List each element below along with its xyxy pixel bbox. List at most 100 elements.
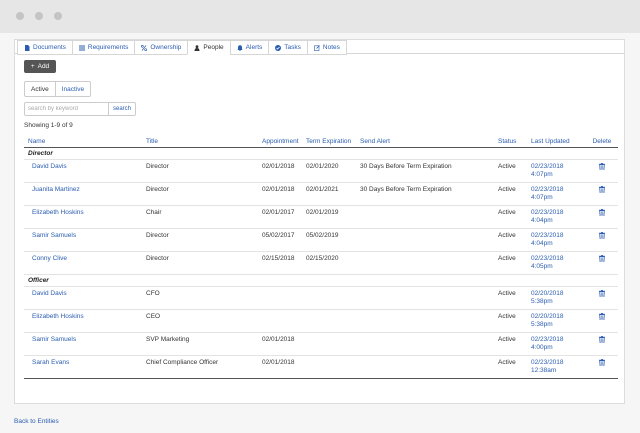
send-alert-value <box>356 229 497 252</box>
tab-notes[interactable]: Notes <box>306 40 347 55</box>
term-expiration-date: 02/01/2019 <box>306 209 339 216</box>
plus-icon: + <box>30 63 35 70</box>
table-row: David Davis CFO Active 02/20/2018 5:38pm <box>24 287 618 310</box>
header-last-updated[interactable]: Last Updated <box>527 135 586 148</box>
window-close-dot[interactable] <box>16 12 24 20</box>
add-button-label: Add <box>37 63 50 70</box>
group-label: Director <box>28 150 53 157</box>
last-updated-link[interactable]: 02/23/2018 12:38am <box>527 356 586 379</box>
last-updated-date: 02/23/2018 <box>531 186 564 193</box>
delete-button[interactable] <box>586 183 618 206</box>
delete-button[interactable] <box>586 229 618 252</box>
last-updated-link[interactable]: 02/23/2018 4:07pm <box>527 183 586 206</box>
tab-ownership[interactable]: Ownership <box>134 40 188 55</box>
people-table: Name Title Appointment Term Expiration S… <box>24 135 618 379</box>
percent-icon <box>141 44 148 51</box>
check-circle-icon <box>275 44 282 51</box>
entity-panel: Documents Requirements Ownership People Aler… <box>14 39 625 404</box>
status-value: Active <box>498 313 516 320</box>
person-name-link[interactable]: David Davis <box>24 287 142 310</box>
back-to-entities-link[interactable]: Back to Entities <box>14 418 59 425</box>
trash-icon <box>599 336 605 345</box>
person-name-link[interactable]: Juanita Martinez <box>24 183 142 206</box>
send-alert-value: 30 Days Before Term Expiration <box>360 163 452 170</box>
table-row: Samir Samuels Director 05/02/2017 05/02/201… <box>24 229 618 252</box>
send-alert-value <box>356 206 497 229</box>
filter-inactive-button[interactable]: Inactive <box>55 81 92 97</box>
tab-tasks[interactable]: Tasks <box>268 40 307 55</box>
appointment-date: 05/02/2017 <box>262 232 295 239</box>
last-updated-time: 4:05pm <box>531 263 553 270</box>
table-header-row: Name Title Appointment Term Expiration S… <box>24 135 618 148</box>
last-updated-link[interactable]: 02/23/2018 4:07pm <box>527 160 586 183</box>
appointment-date: 02/01/2018 <box>262 186 295 193</box>
last-updated-time: 4:07pm <box>531 194 553 201</box>
tab-people[interactable]: People <box>187 40 230 55</box>
person-name-link[interactable]: Elizabeth Hoskins <box>24 310 142 333</box>
list-icon <box>78 45 85 51</box>
term-expiration-date <box>305 356 356 379</box>
term-expiration-date: 05/02/2019 <box>306 232 339 239</box>
header-status[interactable]: Status <box>497 135 527 148</box>
last-updated-time: 5:38pm <box>531 321 553 328</box>
last-updated-link[interactable]: 02/20/2018 5:38pm <box>527 310 586 333</box>
tab-label: People <box>203 44 224 51</box>
send-alert-value <box>356 310 497 333</box>
last-updated-link[interactable]: 02/23/2018 4:04pm <box>527 229 586 252</box>
window-maximize-dot[interactable] <box>54 12 62 20</box>
last-updated-link[interactable]: 02/23/2018 4:00pm <box>527 333 586 356</box>
search-input[interactable] <box>24 102 109 116</box>
last-updated-link[interactable]: 02/23/2018 4:04pm <box>527 206 586 229</box>
delete-button[interactable] <box>586 333 618 356</box>
last-updated-date: 02/20/2018 <box>531 313 564 320</box>
send-alert-value <box>356 287 497 310</box>
last-updated-time: 4:04pm <box>531 217 553 224</box>
last-updated-link[interactable]: 02/23/2018 4:05pm <box>527 252 586 275</box>
table-row: Elizabeth Hoskins CEO Active 02/20/2018 5:38… <box>24 310 618 333</box>
delete-button[interactable] <box>586 252 618 275</box>
term-expiration-date: 02/01/2021 <box>306 186 339 193</box>
last-updated-date: 02/23/2018 <box>531 336 564 343</box>
trash-icon <box>599 209 605 218</box>
add-person-button[interactable]: + Add <box>24 60 56 73</box>
delete-button[interactable] <box>586 206 618 229</box>
send-alert-value <box>356 356 497 379</box>
person-name-link[interactable]: Samir Samuels <box>24 229 142 252</box>
header-name[interactable]: Name <box>24 135 142 148</box>
header-appointment[interactable]: Appointment <box>261 135 305 148</box>
header-send-alert[interactable]: Send Alert <box>356 135 497 148</box>
tab-label: Requirements <box>87 44 129 51</box>
person-name-link[interactable]: Conny Clive <box>24 252 142 275</box>
appointment-date <box>261 310 305 333</box>
person-title: SVP Marketing <box>146 336 190 343</box>
tab-documents[interactable]: Documents <box>17 40 72 55</box>
person-name-link[interactable]: Elizabeth Hoskins <box>24 206 142 229</box>
last-updated-time: 5:38pm <box>531 298 553 305</box>
person-name-link[interactable]: David Davis <box>24 160 142 183</box>
status-value: Active <box>498 232 516 239</box>
trash-icon <box>599 290 605 299</box>
trash-icon <box>599 255 605 264</box>
delete-button[interactable] <box>586 160 618 183</box>
edit-icon <box>314 44 320 51</box>
trash-icon <box>599 163 605 172</box>
person-name-link[interactable]: Samir Samuels <box>24 333 142 356</box>
tab-alerts[interactable]: Alerts <box>229 40 269 55</box>
header-term-expiration[interactable]: Term Expiration <box>305 135 356 148</box>
delete-button[interactable] <box>586 287 618 310</box>
appointment-date: 02/01/2018 <box>262 163 295 170</box>
trash-icon <box>599 232 605 241</box>
header-title[interactable]: Title <box>142 135 261 148</box>
tab-requirements[interactable]: Requirements <box>71 40 135 55</box>
person-name-link[interactable]: Sarah Evans <box>24 356 142 379</box>
filter-active-button[interactable]: Active <box>24 81 56 97</box>
search-button[interactable]: search <box>109 102 137 116</box>
last-updated-date: 02/23/2018 <box>531 359 564 366</box>
last-updated-link[interactable]: 02/20/2018 5:38pm <box>527 287 586 310</box>
delete-button[interactable] <box>586 310 618 333</box>
trash-icon <box>599 186 605 195</box>
person-title: Director <box>146 232 169 239</box>
user-icon <box>194 44 200 51</box>
window-minimize-dot[interactable] <box>35 12 43 20</box>
delete-button[interactable] <box>586 356 618 379</box>
